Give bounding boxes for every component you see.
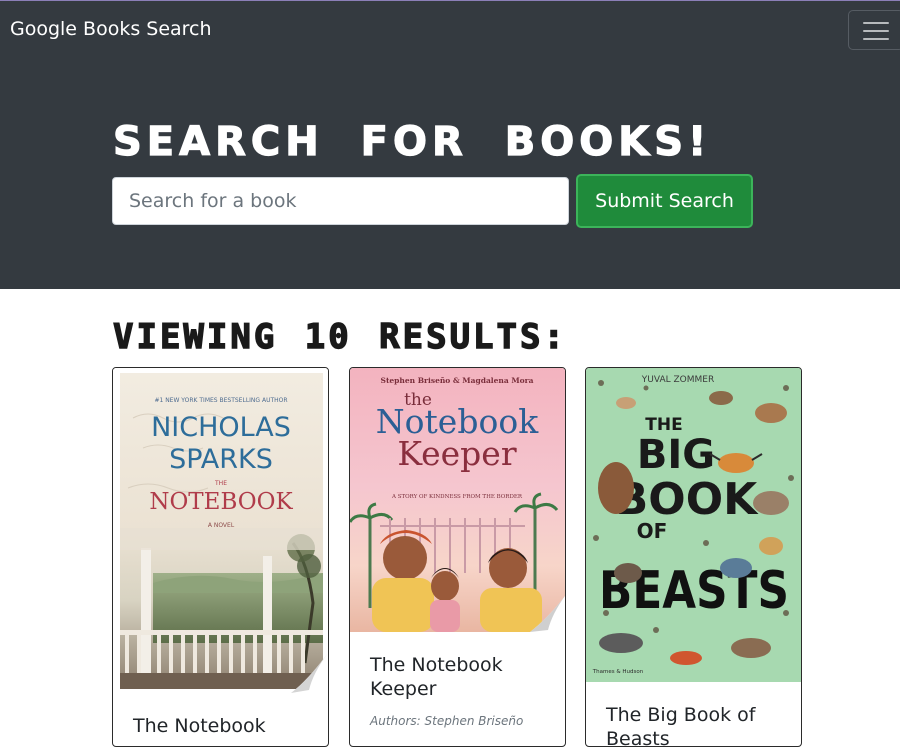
book-cover-image: #1 NEW YORK TIMES BESTSELLING AUTHOR NIC…	[113, 368, 328, 693]
cover-title: NOTEBOOK	[149, 489, 293, 515]
cover-authors: Stephen Briseño & Magdalena Mora	[381, 376, 534, 385]
book-card: #1 NEW YORK TIMES BESTSELLING AUTHOR NIC…	[112, 367, 329, 747]
cover-book: BOOK	[615, 474, 759, 525]
search-hero: Search for Books! Submit Search	[0, 60, 900, 289]
cover-of: OF	[637, 519, 668, 543]
cover-author-line2: SPARKS	[169, 444, 273, 475]
book-title: The Big Book of Beasts	[606, 704, 756, 747]
cover-the: THE	[214, 480, 227, 487]
navbar-toggler-button[interactable]	[848, 10, 900, 50]
cover-top-line: #1 NEW YORK TIMES BESTSELLING AUTHOR	[154, 397, 287, 404]
cover-publisher: Thames & Hudson	[592, 669, 644, 675]
book-title: The Notebook	[133, 715, 266, 737]
navbar-brand-link[interactable]: Google Books Search	[10, 17, 212, 41]
cover-title-line2: Keeper	[397, 434, 516, 473]
cover-author: YUVAL ZOMMER	[641, 375, 714, 385]
book-cover-image: Stephen Briseño & Magdalena Mora the Not…	[350, 368, 565, 632]
cover-tagline: A STORY OF KINDNESS FROM THE BORDER	[391, 494, 523, 500]
cover-big: BIG	[637, 432, 715, 478]
search-input[interactable]	[112, 177, 569, 225]
book-title: The Notebook Keeper	[370, 654, 503, 700]
page-title: Search for Books!	[112, 118, 712, 165]
book-authors: Authors: Stephen Briseño	[370, 714, 524, 728]
cover-author-line1: NICHOLAS	[151, 412, 291, 443]
book-card: YUVAL ZOMMER THE BIG BOOK OF BEASTS Tham…	[585, 367, 802, 747]
book-card: Stephen Briseño & Magdalena Mora the Not…	[349, 367, 566, 747]
results-heading: Viewing 10 results:	[112, 316, 567, 357]
navbar: Google Books Search	[0, 0, 900, 60]
cover-subtitle: A NOVEL	[208, 522, 235, 529]
book-cover-image: YUVAL ZOMMER THE BIG BOOK OF BEASTS Tham…	[586, 368, 801, 682]
submit-search-button[interactable]: Submit Search	[576, 174, 753, 228]
